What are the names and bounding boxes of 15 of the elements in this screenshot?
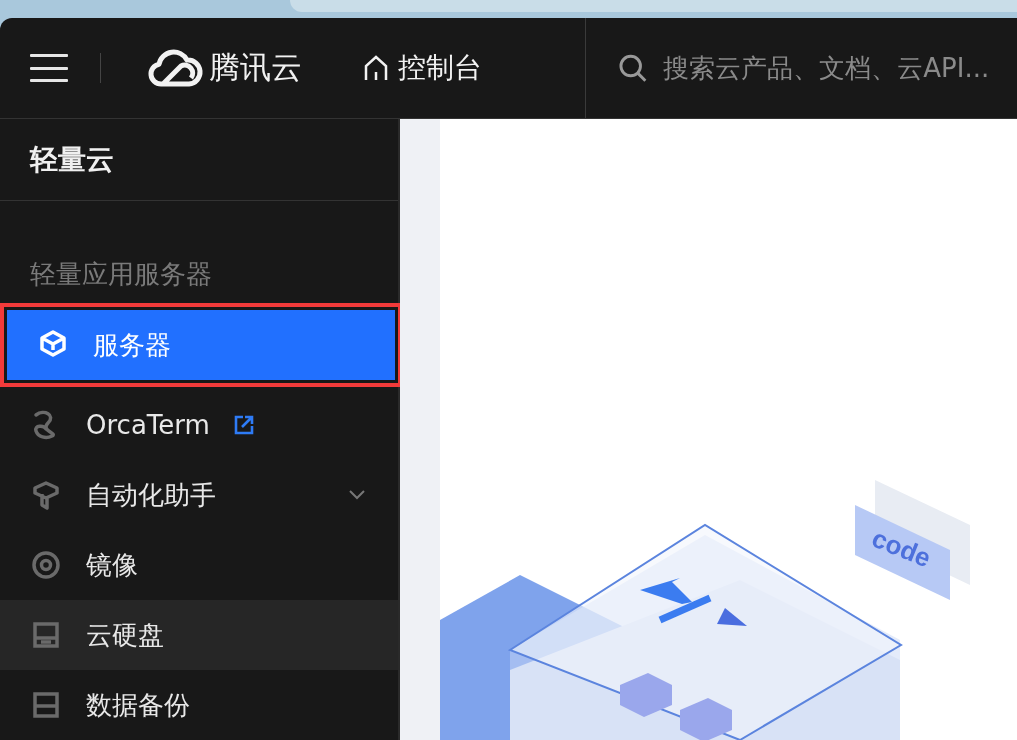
menu-item-icon [30,549,62,581]
menu-item-icon [30,619,62,651]
home-icon [362,54,390,82]
search-field[interactable]: 搜索云产品、文档、云API... [661,52,1017,84]
menu-item-icon [30,479,62,511]
console-link[interactable]: 控制台 [362,49,482,87]
external-link-icon [233,415,254,435]
brand-logo[interactable]: 腾讯云 [147,47,302,89]
sidebar-title: 轻量云 [0,119,398,201]
cloud-logo-icon [147,48,203,88]
menu-item-icon [30,689,62,721]
menu-item[interactable]: 云硬盘 [0,600,398,670]
search-icon [618,53,648,83]
menu-button[interactable] [30,54,68,82]
section-label: 轻量应用服务器 [29,258,213,291]
